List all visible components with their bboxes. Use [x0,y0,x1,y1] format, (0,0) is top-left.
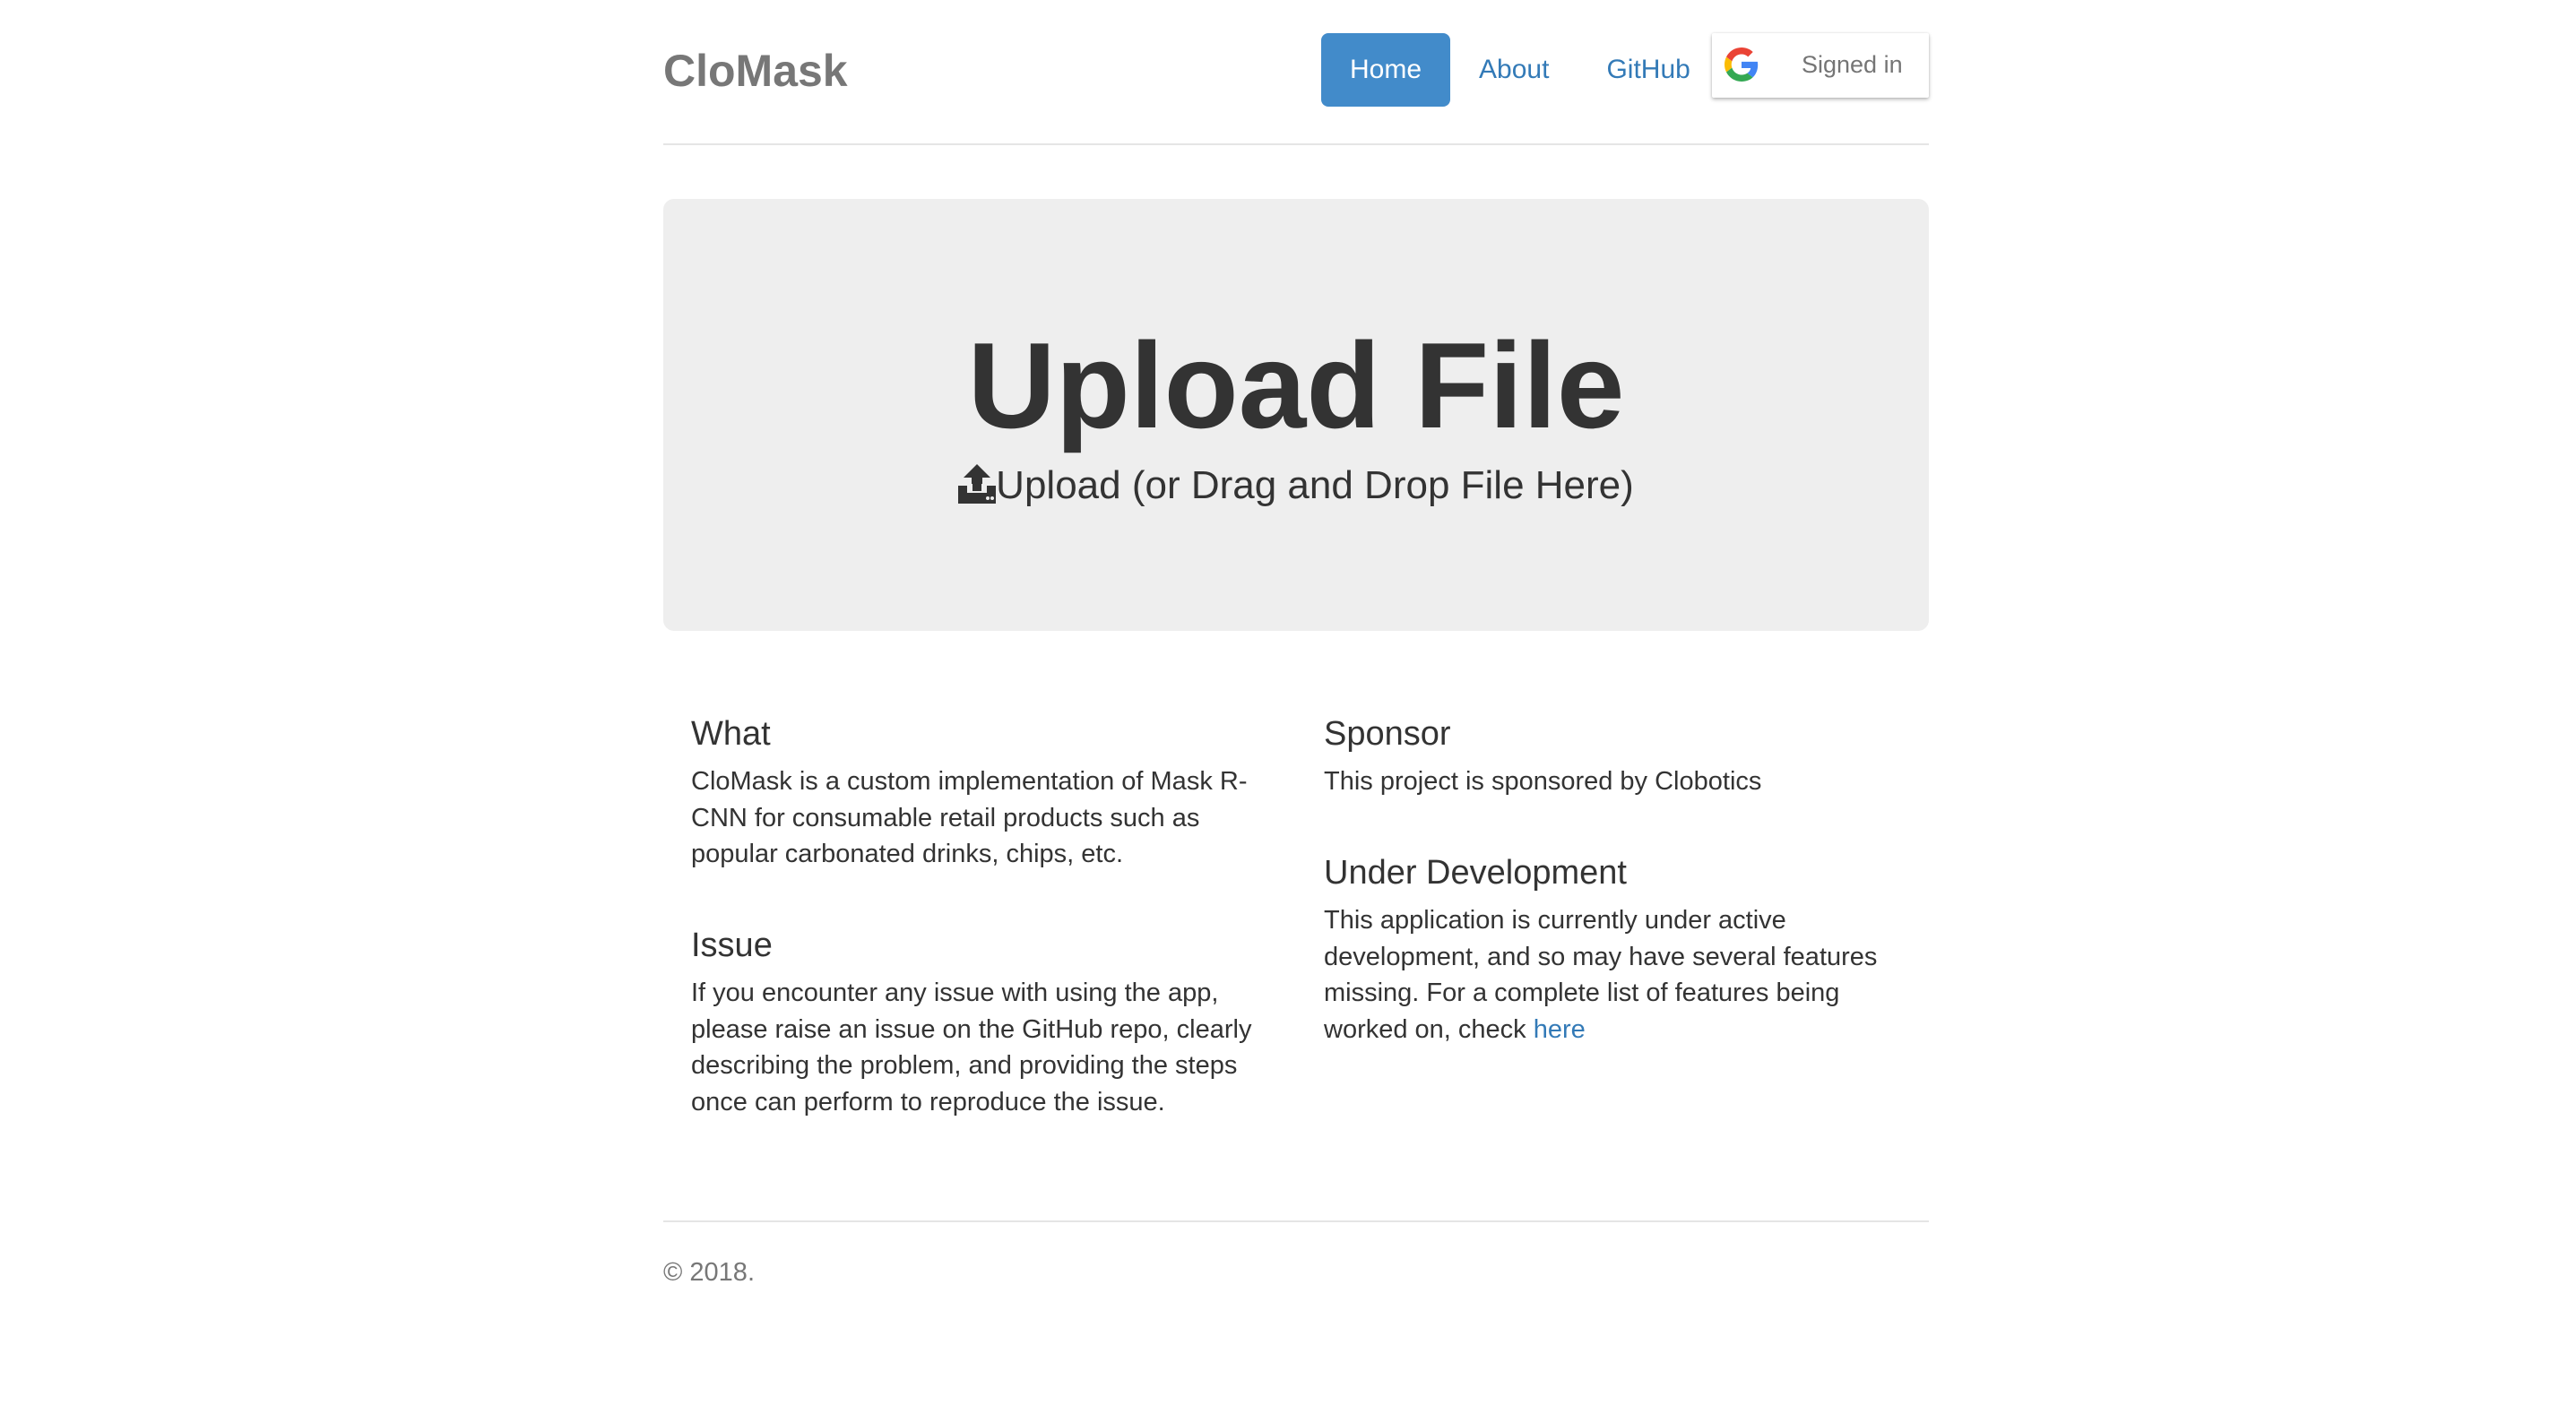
section-what: What CloMask is a custom implementation … [691,711,1256,873]
section-development-paragraph: This application is currently under acti… [1324,902,1889,1048]
section-sponsor-title: Sponsor [1324,715,1451,753]
brand-logo[interactable]: CloMask [663,43,848,99]
upload-icon [958,464,997,504]
header: CloMask Home About GitHub Signed in [663,0,1929,145]
section-issue-title: Issue [691,927,773,964]
here-link[interactable]: here [1534,1015,1586,1044]
nav-home[interactable]: Home [1321,33,1451,107]
upload-dropzone[interactable]: Upload File Upload (or Drag and Drop Fil… [663,199,1929,631]
page-container: CloMask Home About GitHub Signed in Uplo… [663,0,1929,1287]
nav-github[interactable]: GitHub [1578,33,1718,107]
copyright-text: © 2018. [663,1258,755,1287]
footer: © 2018. [663,1220,1929,1288]
upload-subtitle: Upload (or Drag and Drop File Here) [996,463,1634,507]
section-issue: Issue If you encounter any issue with us… [691,923,1256,1120]
nav-bar: Home About GitHub [1321,33,1719,107]
google-icon [1725,47,1759,82]
google-signin-button[interactable]: Signed in [1712,33,1929,98]
section-what-title: What [691,715,771,753]
section-development-title: Under Development [1324,854,1627,892]
section-sponsor-text: This project is sponsored by Clobotics [1324,767,1762,796]
section-sponsor: Sponsor This project is sponsored by Clo… [1324,711,1889,800]
signin-label: Signed in [1802,51,1903,78]
section-issue-text: If you encounter any issue with using th… [691,979,1252,1117]
section-development-text: This application is currently under acti… [1324,906,1878,1044]
nav-about[interactable]: About [1450,33,1578,107]
upload-title: Upload File [967,317,1625,453]
upload-subtitle-row[interactable]: Upload (or Drag and Drop File Here) [663,459,1929,513]
section-what-text: CloMask is a custom implementation of Ma… [691,767,1248,868]
section-development: Under Development This application is cu… [1324,850,1889,1048]
